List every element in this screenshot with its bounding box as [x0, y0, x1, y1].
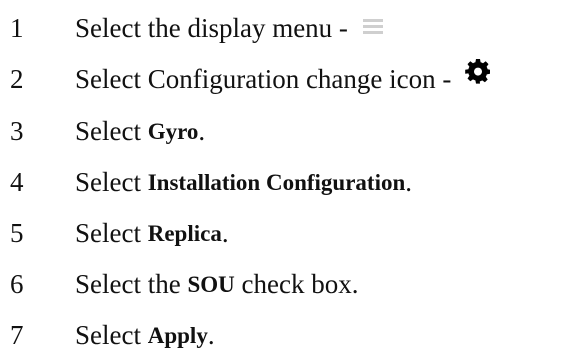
- step-text: Select Apply.: [75, 319, 215, 350]
- menu-icon: [362, 18, 383, 35]
- step-text: Select the display menu -: [75, 12, 383, 43]
- step-bold-term: Installation Configuration: [147, 169, 406, 195]
- step-text: Select Gyro.: [75, 115, 206, 146]
- step-5: 5 Select Replica.: [0, 213, 569, 253]
- gear-icon: [464, 57, 492, 85]
- step-text-prefix: Select: [75, 115, 141, 146]
- step-text-suffix: check box.: [241, 268, 359, 299]
- step-text-suffix: .: [405, 166, 412, 197]
- step-number: 6: [10, 268, 24, 299]
- step-2: 2 Select Configuration change icon -: [0, 59, 569, 99]
- step-bold-term: Replica: [147, 220, 222, 246]
- step-bold-term: Gyro: [147, 118, 199, 144]
- step-number: 3: [10, 115, 24, 146]
- step-4: 4 Select Installation Configuration.: [0, 162, 569, 202]
- step-text-prefix: Select the display menu -: [75, 12, 355, 43]
- step-number: 1: [10, 12, 24, 43]
- step-text-suffix: .: [198, 115, 206, 146]
- step-number: 7: [10, 319, 24, 350]
- step-text-prefix: Select: [75, 217, 141, 248]
- step-text: Select Installation Configuration.: [75, 166, 412, 197]
- step-number: 5: [10, 217, 24, 248]
- step-1: 1 Select the display menu -: [0, 8, 569, 48]
- step-bold-term: SOU: [187, 271, 235, 297]
- step-text-prefix: Select: [75, 319, 141, 350]
- step-text: Select the SOU check box.: [75, 268, 359, 299]
- step-text-suffix: .: [221, 217, 229, 248]
- instruction-steps: 1 Select the display menu - 2 Select Con…: [0, 0, 569, 361]
- step-6: 6 Select the SOU check box.: [0, 264, 569, 304]
- step-text-suffix: .: [207, 319, 215, 350]
- step-text-prefix: Select Configuration change icon -: [75, 63, 459, 94]
- step-3: 3 Select Gyro.: [0, 111, 569, 151]
- step-number: 2: [10, 63, 24, 94]
- step-7: 7 Select Apply.: [0, 315, 569, 355]
- step-text: Select Replica.: [75, 217, 229, 248]
- step-text-prefix: Select: [75, 166, 141, 197]
- step-text: Select Configuration change icon -: [75, 59, 492, 94]
- step-number: 4: [10, 166, 24, 197]
- step-bold-term: Apply: [147, 322, 208, 348]
- step-text-prefix: Select the: [75, 268, 181, 299]
